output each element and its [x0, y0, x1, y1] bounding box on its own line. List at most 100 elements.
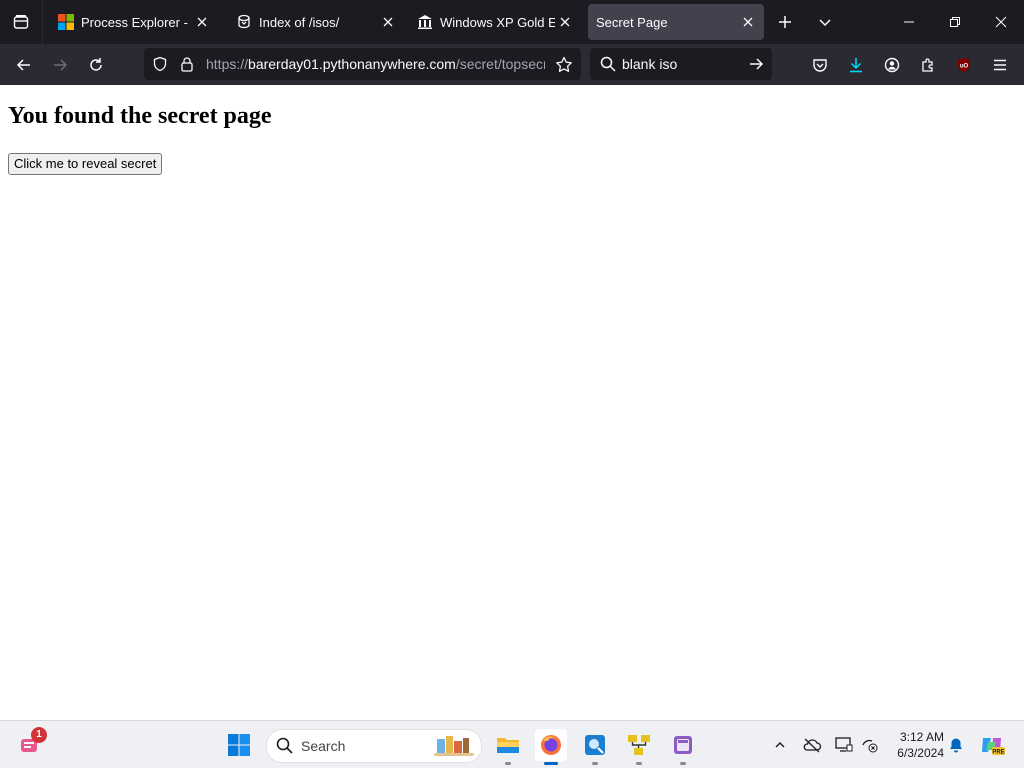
- network-disconnected-icon: [862, 739, 878, 753]
- app-window-icon: [674, 736, 692, 754]
- reload-icon: [90, 58, 102, 71]
- reveal-secret-button[interactable]: Click me to reveal secret: [8, 153, 163, 175]
- tab-title: Secret Page: [596, 14, 668, 30]
- notifications-button[interactable]: [944, 733, 968, 757]
- file-explorer-button[interactable]: [492, 729, 524, 765]
- close-icon: [995, 16, 1007, 28]
- downloads-button[interactable]: [842, 51, 870, 79]
- network-diagram-icon: [628, 735, 650, 755]
- clock-date: 6/3/2024: [897, 746, 944, 760]
- page-heading: You found the secret page: [8, 103, 272, 129]
- arrow-right-icon: [54, 59, 68, 71]
- search-icon: [600, 56, 616, 77]
- close-tab-icon[interactable]: [555, 12, 575, 32]
- restore-icon: [950, 17, 960, 27]
- pocket-button[interactable]: [806, 51, 834, 79]
- tab-index-of-isos[interactable]: Index of /isos/: [224, 4, 404, 40]
- download-icon: [850, 58, 862, 73]
- puzzle-icon: [922, 58, 933, 72]
- account-icon: [884, 57, 900, 73]
- search-bar[interactable]: blank iso: [590, 48, 772, 80]
- photo-app-button[interactable]: [579, 729, 611, 765]
- minimize-button[interactable]: [886, 0, 932, 44]
- ublock-origin-button[interactable]: uO: [950, 51, 978, 79]
- copilot-pre-label: PRE: [992, 750, 1004, 756]
- show-hidden-icons-button[interactable]: [768, 733, 792, 757]
- close-tab-icon[interactable]: [738, 12, 758, 32]
- windows-logo-icon: [228, 734, 250, 756]
- close-window-button[interactable]: [978, 0, 1024, 44]
- back-button[interactable]: [10, 51, 38, 79]
- address-bar[interactable]: https://barerday01.pythonanywhere.com/se…: [144, 48, 581, 80]
- search-highlight-icon: [433, 733, 477, 764]
- tab-process-explorer[interactable]: Process Explorer - Sysinternals: [46, 4, 218, 40]
- tab-title: Process Explorer - Sysinternals: [81, 14, 192, 30]
- tab-strip: Process Explorer - Sysinternals Index of…: [0, 0, 1024, 44]
- running-indicator: [544, 762, 558, 765]
- running-indicator: [680, 762, 686, 765]
- running-indicator: [505, 762, 511, 765]
- library-icon: [417, 14, 433, 30]
- clock-time: 3:12 AM: [899, 730, 944, 744]
- extensions-button[interactable]: [914, 51, 942, 79]
- display-tray-icon[interactable]: [832, 733, 856, 757]
- bookmark-star-icon[interactable]: [555, 56, 573, 79]
- list-all-tabs-button[interactable]: [813, 10, 837, 34]
- plus-icon: [779, 16, 791, 28]
- restore-button[interactable]: [932, 0, 978, 44]
- arrow-left-icon: [16, 59, 30, 71]
- network-tool-button[interactable]: [623, 729, 655, 765]
- url-path: /secret/topsecret: [455, 56, 545, 72]
- hamburger-menu-icon: [994, 59, 1006, 71]
- windows-taskbar: Search 3:12 AM 6/3/2024 PRE: [0, 720, 1024, 768]
- bell-icon: [950, 738, 962, 753]
- go-arrow-icon[interactable]: [748, 56, 764, 77]
- app-window-button[interactable]: [667, 729, 699, 765]
- close-tab-icon[interactable]: [378, 12, 398, 32]
- url-scheme: https://: [206, 56, 249, 72]
- running-indicator: [592, 762, 598, 765]
- close-tab-icon[interactable]: [192, 12, 212, 32]
- microsoft-icon: [58, 14, 74, 30]
- shield-icon[interactable]: [152, 56, 168, 77]
- firefox-icon: [541, 735, 561, 755]
- search-query[interactable]: blank iso: [622, 56, 677, 72]
- firefox-taskbar-button[interactable]: [535, 729, 567, 765]
- copilot-icon: PRE: [982, 738, 1005, 756]
- taskbar-search-label: Search: [301, 738, 346, 754]
- tab-title: Index of /isos/: [259, 14, 340, 30]
- network-tray-icon[interactable]: [858, 733, 882, 757]
- reload-button[interactable]: [82, 51, 110, 79]
- cloud-offline-icon: [803, 738, 822, 753]
- onedrive-tray-icon[interactable]: [800, 733, 824, 757]
- ublock-icon: uO: [958, 58, 970, 72]
- firefox-view-icon: [13, 15, 29, 29]
- start-button[interactable]: [223, 729, 255, 761]
- url-host: barerday01.pythonanywhere.com: [248, 56, 456, 72]
- firefox-view-button[interactable]: [0, 0, 43, 44]
- page-content: You found the secret page Click me to re…: [0, 85, 1024, 720]
- tab-windows-xp-gold[interactable]: Windows XP Gold Edition: [405, 4, 581, 40]
- account-button[interactable]: [878, 51, 906, 79]
- app-menu-button[interactable]: [986, 51, 1014, 79]
- forward-button[interactable]: [46, 51, 74, 79]
- running-indicator: [636, 762, 642, 765]
- lock-icon[interactable]: [179, 56, 195, 77]
- minimize-icon: [904, 21, 914, 23]
- url-text[interactable]: https://barerday01.pythonanywhere.com/se…: [206, 56, 545, 72]
- notification-badge: 1: [31, 727, 47, 743]
- folder-icon: [497, 738, 519, 753]
- taskbar-clock[interactable]: 3:12 AM 6/3/2024: [888, 729, 944, 761]
- chevron-up-icon: [775, 742, 785, 748]
- magnifier-app-icon: [585, 735, 605, 755]
- monitor-icon: [835, 737, 853, 752]
- svg-text:uO: uO: [960, 64, 969, 70]
- tab-title: Windows XP Gold Edition: [440, 14, 555, 30]
- tab-secret-page[interactable]: Secret Page: [588, 4, 764, 40]
- search-icon: [276, 737, 293, 759]
- taskbar-search-box[interactable]: Search: [266, 729, 482, 763]
- copilot-button[interactable]: PRE: [976, 729, 1008, 761]
- chevron-down-icon: [819, 19, 831, 27]
- pocket-icon: [813, 59, 827, 72]
- new-tab-button[interactable]: [773, 10, 797, 34]
